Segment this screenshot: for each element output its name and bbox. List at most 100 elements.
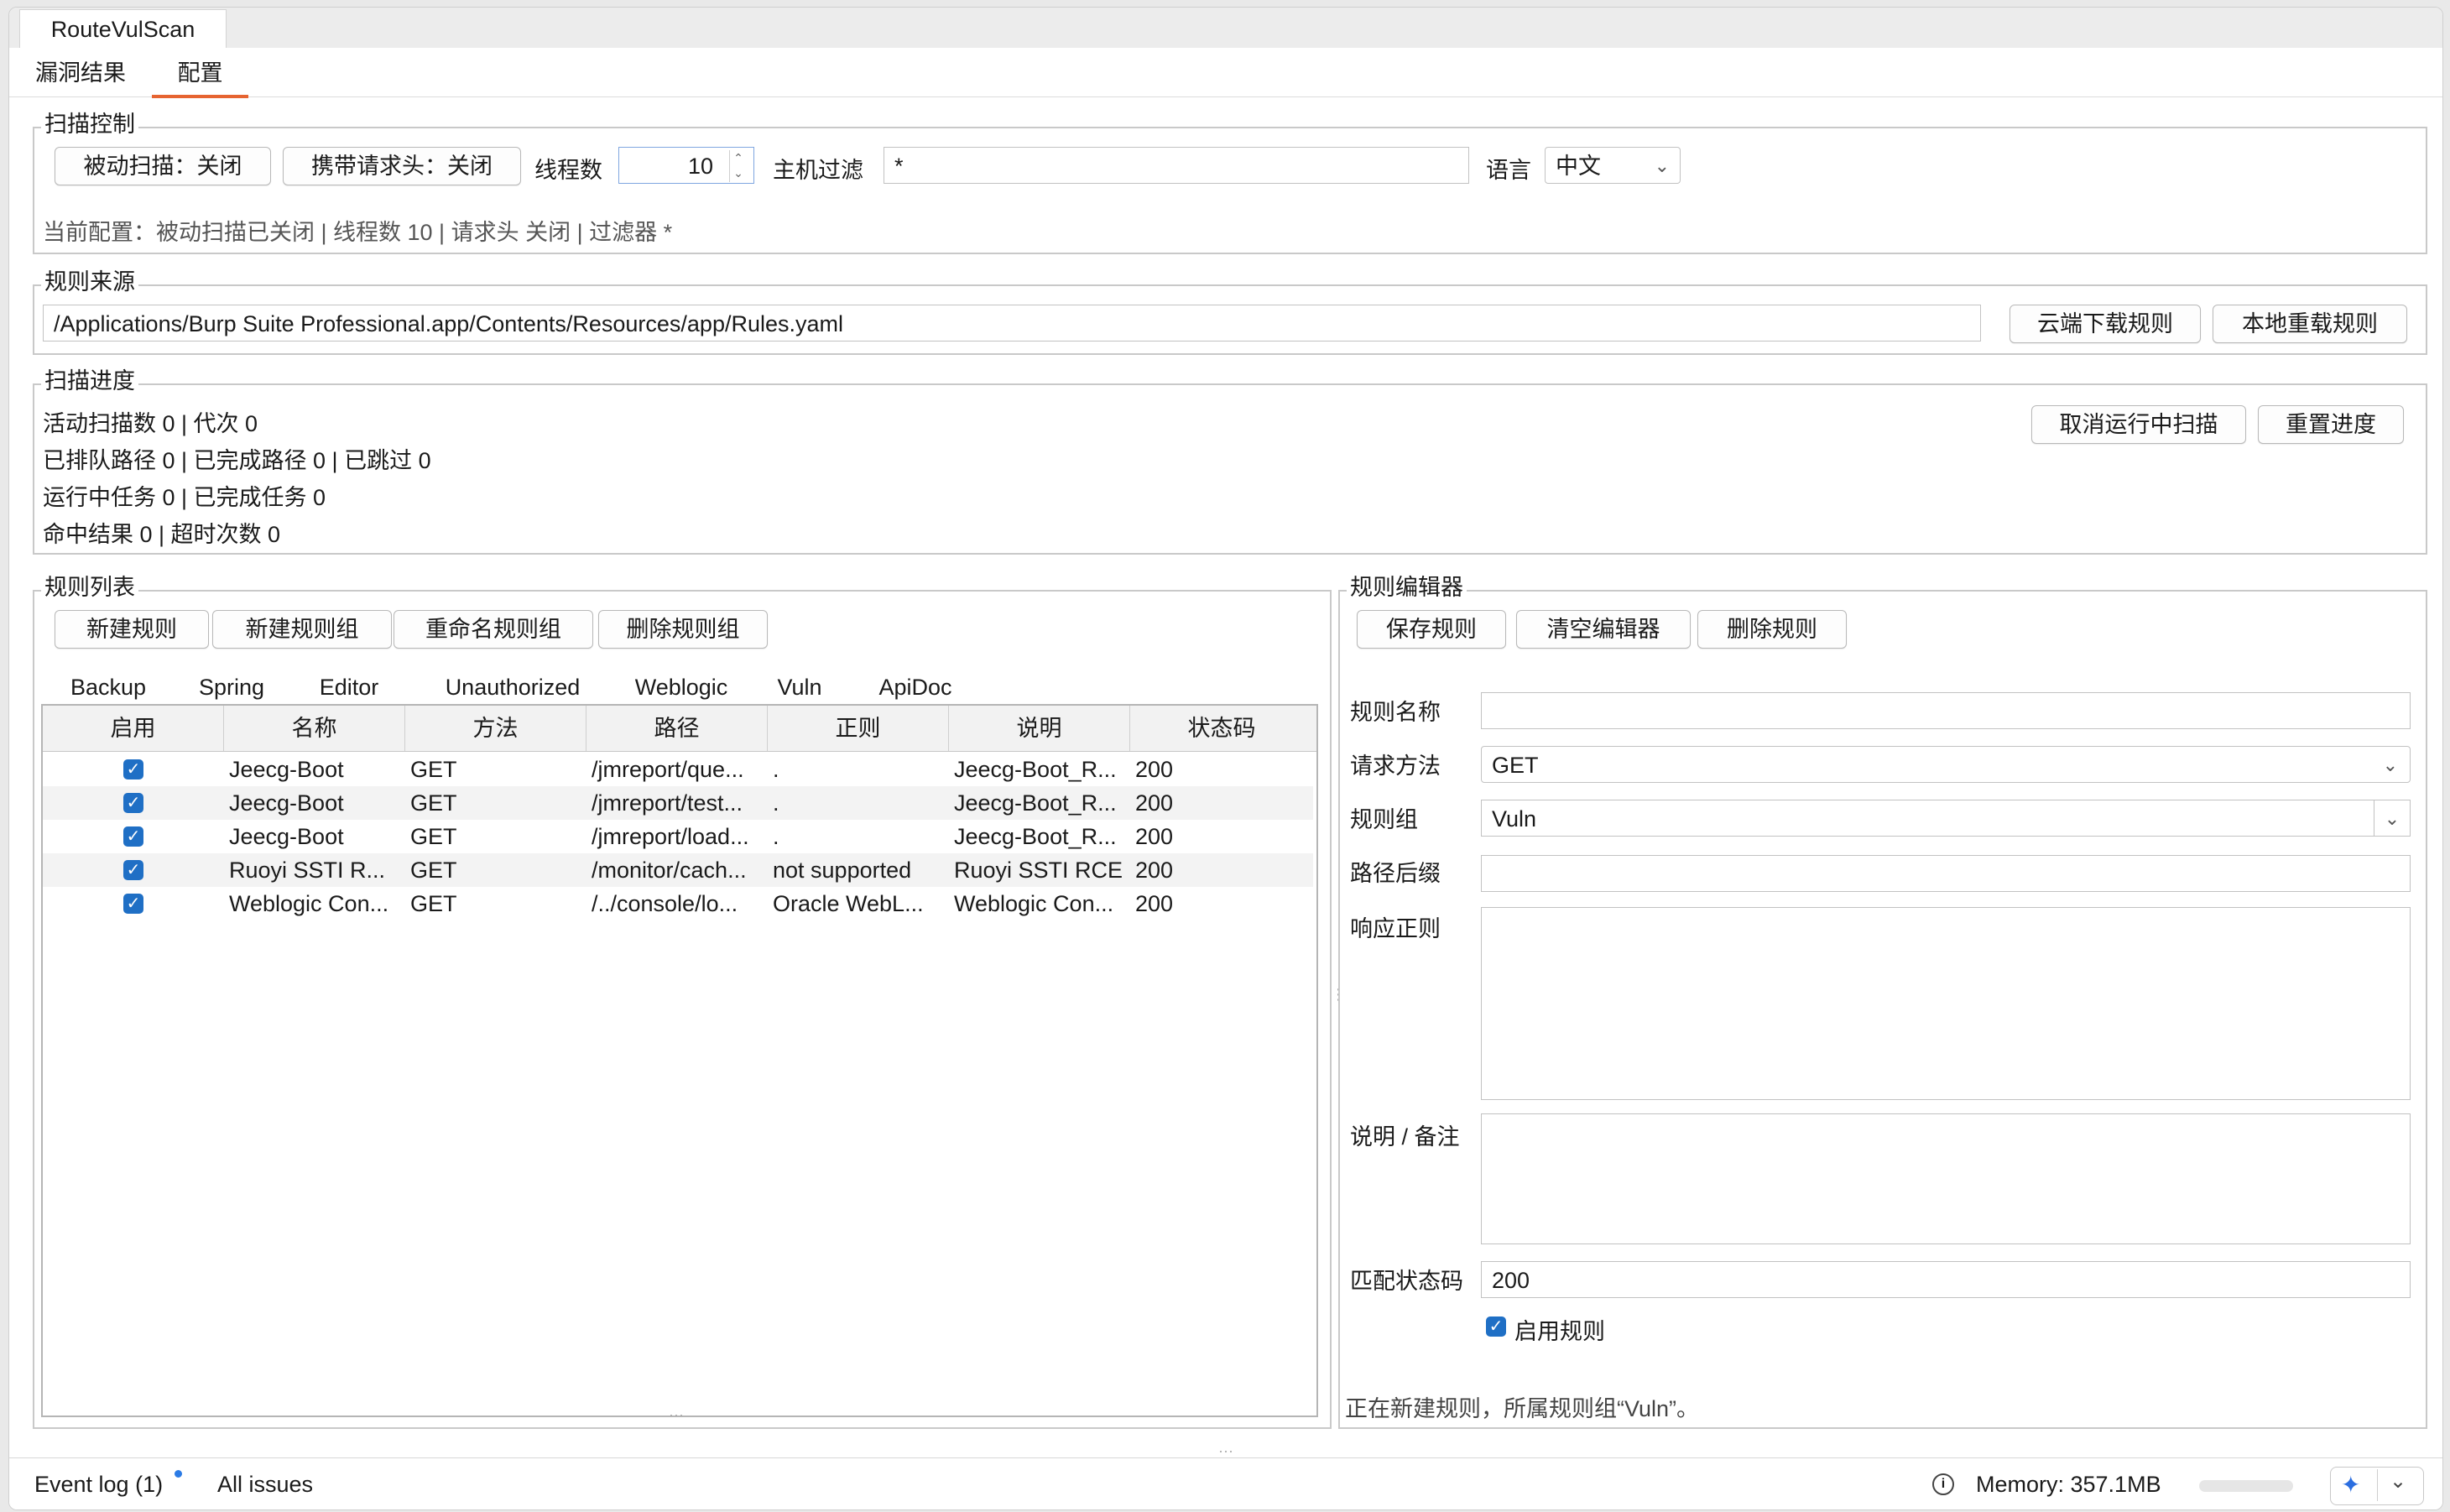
info-icon[interactable]: i [1932,1473,1954,1495]
request-method-value: GET [1492,753,1539,778]
reset-progress-button[interactable]: 重置进度 [2258,405,2404,444]
language-value: 中文 [1556,154,1601,179]
cell-path: /../console/lo... [592,891,738,916]
rule-tab-apidoc[interactable]: ApiDoc [865,670,966,707]
rule-tab-editor[interactable]: Editor [303,670,395,707]
col-header-enabled[interactable]: 启用 [43,706,224,751]
tab-config[interactable]: 配置 [152,48,248,98]
enable-rule-checkbox[interactable]: ✓ [1486,1316,1506,1337]
tab-vuln-results[interactable]: 漏洞结果 [26,48,135,95]
chevron-up-icon[interactable]: ⌃ [730,150,747,165]
vertical-splitter-handle[interactable]: ⋮ [1331,987,1346,1023]
cell-status-code: 200 [1135,891,1174,916]
chevron-down-icon[interactable]: ⌄ [2390,1469,2406,1494]
notification-dot-icon [175,1470,182,1478]
cancel-running-scan-button[interactable]: 取消运行中扫描 [2031,405,2246,444]
new-rule-group-button[interactable]: 新建规则组 [212,610,392,649]
assistant-control[interactable]: ✦ ⌄ [2330,1467,2424,1505]
table-row[interactable]: ✓ Jeecg-Boot GET /jmreport/test... . Jee… [43,786,1313,820]
col-header-name[interactable]: 名称 [224,706,405,751]
enabled-checkbox[interactable]: ✓ [123,793,143,813]
rule-tab-backup[interactable]: Backup [58,670,159,707]
cell-regex: Oracle WebL... [773,891,924,916]
rename-rule-group-button[interactable]: 重命名规则组 [394,610,593,649]
tab-routevulscan[interactable]: RouteVulScan [19,9,227,49]
cell-method: GET [410,824,457,849]
rule-name-input[interactable] [1481,692,2411,729]
enabled-checkbox[interactable]: ✓ [123,894,143,914]
path-suffix-input[interactable] [1481,855,2411,892]
sparkle-icon[interactable]: ✦ [2341,1471,2360,1499]
cell-method: GET [410,891,457,916]
language-label: 语言 [1486,158,1531,183]
rule-group-label: 规则组 [1350,807,1418,832]
rules-file-path-field[interactable]: /Applications/Burp Suite Professional.ap… [43,305,1981,342]
host-filter-label: 主机过滤 [773,158,863,183]
col-header-path[interactable]: 路径 [586,706,768,751]
rule-tab-weblogic[interactable]: Weblogic [618,670,744,707]
all-issues-link[interactable]: All issues [217,1472,313,1498]
delete-rule-button[interactable]: 删除规则 [1697,610,1847,649]
match-status-label: 匹配状态码 [1350,1269,1463,1294]
bottom-resize-handle[interactable]: ··· [1213,1443,1238,1458]
chevron-down-icon[interactable]: ⌄ [730,165,747,180]
current-config-text: 当前配置：被动扫描已关闭 | 线程数 10 | 请求头 关闭 | 过滤器 * [43,220,673,245]
request-method-label: 请求方法 [1350,753,1441,779]
table-row[interactable]: ✓ Ruoyi SSTI R... GET /monitor/cach... n… [43,853,1313,887]
enabled-checkbox[interactable]: ✓ [123,759,143,779]
new-rule-button[interactable]: 新建规则 [55,610,209,649]
enabled-checkbox[interactable]: ✓ [123,826,143,847]
delete-rule-group-button[interactable]: 删除规则组 [598,610,768,649]
passive-scan-toggle-button[interactable]: 被动扫描：关闭 [55,147,271,185]
path-suffix-label: 路径后缀 [1350,861,1441,886]
cell-status-code: 200 [1135,824,1174,849]
rule-table: 启用 名称 方法 路径 正则 说明 状态码 ✓ Jeecg-Boot GET /… [41,704,1318,1417]
language-select[interactable]: 中文 ⌄ [1545,147,1681,184]
cell-description: Jeecg-Boot_R... [954,824,1117,849]
table-row[interactable]: ✓ Weblogic Con... GET /../console/lo... … [43,887,1313,920]
request-method-select[interactable]: GET ⌄ [1481,746,2411,783]
rule-tab-spring[interactable]: Spring [185,670,278,707]
cell-status-code: 200 [1135,757,1174,782]
chevron-down-icon[interactable]: ⌄ [2374,800,2410,836]
clear-editor-button[interactable]: 清空编辑器 [1516,610,1691,649]
save-rule-button[interactable]: 保存规则 [1357,610,1506,649]
cell-path: /monitor/cach... [592,858,747,883]
cell-method: GET [410,858,457,883]
table-row[interactable]: ✓ Jeecg-Boot GET /jmreport/load... . Jee… [43,820,1313,853]
rule-group-combobox[interactable]: Vuln ⌄ [1481,800,2411,837]
divider [2377,1469,2378,1501]
col-header-regex[interactable]: 正则 [768,706,949,751]
cell-description: Ruoyi SSTI RCE [954,858,1123,883]
enabled-checkbox[interactable]: ✓ [123,860,143,880]
chevron-down-icon: ⌄ [1654,155,1670,176]
note-label: 说明 / 备注 [1350,1124,1460,1150]
match-status-input[interactable]: 200 [1481,1261,2411,1298]
col-header-status-code[interactable]: 状态码 [1130,706,1313,751]
editor-status-text: 正在新建规则，所属规则组“Vuln”。 [1345,1396,1700,1421]
cell-name: Weblogic Con... [229,891,389,916]
cell-path: /jmreport/load... [592,824,749,849]
local-reload-rules-button[interactable]: 本地重载规则 [2213,305,2407,343]
col-header-method[interactable]: 方法 [405,706,586,751]
response-regex-label: 响应正则 [1350,916,1441,941]
col-header-description[interactable]: 说明 [949,706,1130,751]
cloud-download-rules-button[interactable]: 云端下载规则 [2010,305,2201,343]
cell-path: /jmreport/test... [592,790,743,816]
cell-regex: . [773,790,779,816]
cell-status-code: 200 [1135,858,1174,883]
rule-editor-title: 规则编辑器 [1347,575,1467,600]
rule-tab-unauthorized[interactable]: Unauthorized [420,670,605,707]
carry-header-toggle-button[interactable]: 携带请求头：关闭 [283,147,521,185]
event-log-link[interactable]: Event log (1) [34,1472,163,1498]
table-resize-handle[interactable]: ··· [664,1407,689,1422]
response-regex-textarea[interactable] [1481,907,2411,1100]
threads-spinner-arrows[interactable]: ⌃ ⌄ [729,150,750,182]
table-row[interactable]: ✓ Jeecg-Boot GET /jmreport/que... . Jeec… [43,753,1313,786]
note-textarea[interactable] [1481,1113,2411,1244]
chevron-down-icon: ⌄ [2382,754,2398,775]
host-filter-input[interactable]: * [884,147,1469,184]
threads-label: 线程数 [534,158,602,183]
cell-name: Jeecg-Boot [229,790,344,816]
cell-description: Weblogic Con... [954,891,1114,916]
